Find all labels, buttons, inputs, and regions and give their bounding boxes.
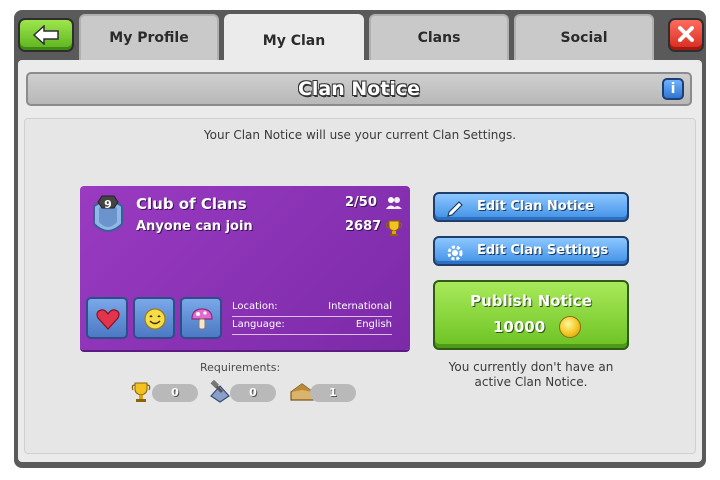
members-icon <box>386 197 402 209</box>
publish-notice-button[interactable]: Publish Notice 10000 <box>433 280 629 350</box>
location-row: Location: International <box>232 301 392 317</box>
close-button[interactable] <box>668 18 704 52</box>
publish-cost: 10000 <box>493 318 546 336</box>
gold-coin-icon <box>559 316 581 338</box>
clan-level: 9 <box>104 198 112 211</box>
mushroom-label-icon <box>191 308 213 330</box>
tab-label: My Profile <box>109 30 189 46</box>
publish-label: Publish Notice <box>470 292 592 310</box>
edit-notice-label: Edit Clan Notice <box>477 199 594 214</box>
notice-status-line2: active Clan Notice. <box>474 375 588 389</box>
builder-hall-icon <box>210 380 230 403</box>
req-builder-value: 0 <box>230 384 276 402</box>
back-button[interactable] <box>18 18 74 52</box>
member-count: 2/50 <box>345 195 377 210</box>
heart-label-icon <box>96 309 120 330</box>
clan-label-heart <box>86 297 128 339</box>
edit-settings-label: Edit Clan Settings <box>477 243 609 258</box>
location-label: Location: <box>232 301 278 312</box>
location-value: International <box>328 301 392 312</box>
tab-label: My Clan <box>262 33 326 49</box>
tab-label: Social <box>560 30 608 46</box>
language-value: English <box>355 319 392 330</box>
notice-status-text: You currently don't have an active Clan … <box>433 360 629 390</box>
clan-label-smiley <box>133 297 175 339</box>
edit-clan-settings-button[interactable]: Edit Clan Settings <box>433 236 629 266</box>
subtitle-text: Your Clan Notice will use your current C… <box>203 128 517 142</box>
req-townhall-value: 1 <box>310 384 356 402</box>
info-button[interactable]: i <box>662 78 684 100</box>
tab-label: Clans <box>417 30 461 46</box>
clan-type: Anyone can join <box>136 219 253 234</box>
clan-trophies: 2687 <box>345 219 382 234</box>
trophy-icon <box>131 382 151 402</box>
close-x-icon <box>678 26 694 42</box>
back-arrow-icon <box>32 25 59 45</box>
info-icon: i <box>670 81 676 97</box>
clan-name: Club of Clans <box>136 195 247 213</box>
requirements-title: Requirements: <box>200 361 281 374</box>
smiley-label-icon <box>144 308 166 330</box>
tab-clans[interactable]: Clans <box>369 14 509 60</box>
notice-status-line1: You currently don't have an <box>448 360 614 374</box>
notice-header-bar: Clan Notice <box>26 72 692 106</box>
gear-icon <box>447 245 463 261</box>
language-row: Language: English <box>232 319 392 335</box>
tab-my-profile[interactable]: My Profile <box>79 14 219 60</box>
trophy-icon <box>385 220 403 236</box>
req-trophies-value: 0 <box>152 384 198 402</box>
clan-label-mushroom <box>180 297 222 339</box>
edit-clan-notice-button[interactable]: Edit Clan Notice <box>433 192 629 222</box>
pencil-icon <box>447 201 463 217</box>
tab-social[interactable]: Social <box>514 14 654 60</box>
language-label: Language: <box>232 319 285 330</box>
page-title: Clan Notice <box>297 78 421 100</box>
tab-my-clan[interactable]: My Clan <box>224 14 364 66</box>
